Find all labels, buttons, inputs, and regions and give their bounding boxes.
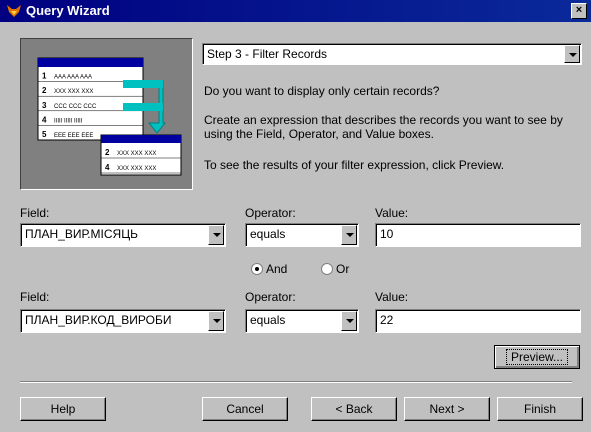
- value1-label: Value:: [375, 206, 409, 220]
- chevron-down-icon[interactable]: [208, 311, 224, 331]
- illustration-row-text: XXX XXX XXX: [117, 166, 156, 172]
- chevron-down-icon[interactable]: [208, 225, 224, 245]
- illustration-row-text: XXX XXX XXX: [117, 151, 156, 157]
- field2-label: Field:: [20, 290, 50, 304]
- and-radio[interactable]: [251, 263, 263, 275]
- close-button[interactable]: ×: [571, 3, 587, 19]
- value2-text: 22: [380, 313, 394, 327]
- field1-value: ПЛАН_ВИР.МІСЯЦЬ: [25, 227, 138, 241]
- next-button[interactable]: Next >: [404, 397, 490, 421]
- instruction-create: Create an expression that describes the …: [204, 113, 563, 141]
- illustration-row-text: IIIII IIIII IIIII: [54, 118, 83, 124]
- value1-input[interactable]: 10: [375, 223, 581, 247]
- filter-illustration-graphic: 1 AAA AAA AAA 2 XXX XXX XXX 3 CCC CCC CCC 4 III…: [37, 57, 182, 176]
- cancel-button-label: Cancel: [226, 402, 264, 416]
- preview-button-label: Preview...: [505, 349, 569, 365]
- query-wizard-window: Query Wizard × 1 AAA AAA AAA 2 XXX XXX XXX 3…: [0, 0, 591, 432]
- back-button[interactable]: < Back: [311, 397, 397, 421]
- cancel-button[interactable]: Cancel: [202, 397, 288, 421]
- step-select[interactable]: Step 3 - Filter Records: [202, 43, 582, 65]
- operator1-select[interactable]: equals: [245, 223, 359, 247]
- value2-label: Value:: [375, 290, 409, 304]
- illustration-row-text: AAA AAA AAA: [54, 75, 92, 81]
- illustration-row-number: 2: [105, 148, 110, 157]
- and-label[interactable]: And: [266, 262, 287, 276]
- or-label[interactable]: Or: [336, 262, 349, 276]
- instruction-question: Do you want to display only certain reco…: [204, 84, 440, 98]
- operator2-label: Operator:: [245, 290, 296, 304]
- illustration-row-number: 3: [42, 101, 47, 110]
- field1-label: Field:: [20, 206, 50, 220]
- divider: [20, 381, 572, 383]
- operator1-value: equals: [250, 227, 286, 241]
- back-button-label: < Back: [335, 402, 373, 416]
- help-button[interactable]: Help: [20, 397, 106, 421]
- field1-select[interactable]: ПЛАН_ВИР.МІСЯЦЬ: [20, 223, 226, 247]
- finish-button-label: Finish: [523, 402, 556, 416]
- illustration-row-text: EEE EEE EEE: [54, 133, 93, 139]
- value2-input[interactable]: 22: [375, 309, 581, 333]
- value1-text: 10: [380, 227, 394, 241]
- illustration-row-text: CCC CCC CCC: [54, 104, 97, 110]
- field2-select[interactable]: ПЛАН_ВИР.КОД_ВИРОБИ: [20, 309, 226, 333]
- operator2-select[interactable]: equals: [245, 309, 359, 333]
- window-title: Query Wizard: [26, 3, 110, 18]
- illustration-row-text: XXX XXX XXX: [54, 89, 93, 95]
- fox-icon: [7, 5, 21, 17]
- illustration-row-number: 5: [42, 130, 47, 139]
- help-button-label: Help: [50, 402, 76, 416]
- or-radio[interactable]: [321, 263, 333, 275]
- operator2-value: equals: [250, 313, 286, 327]
- instruction-preview-hint: To see the results of your filter expres…: [204, 158, 505, 172]
- illustration-row-number: 2: [42, 86, 47, 95]
- preview-button[interactable]: Preview...: [494, 345, 580, 369]
- filter-illustration: 1 AAA AAA AAA 2 XXX XXX XXX 3 CCC CCC CCC 4 III…: [20, 38, 193, 190]
- field2-value: ПЛАН_ВИР.КОД_ВИРОБИ: [25, 313, 172, 327]
- close-icon: ×: [575, 4, 583, 16]
- chevron-down-icon[interactable]: [341, 225, 357, 245]
- next-button-label: Next >: [429, 402, 465, 416]
- operator1-label: Operator:: [245, 206, 296, 220]
- finish-button[interactable]: Finish: [497, 397, 583, 421]
- chevron-down-icon[interactable]: [341, 311, 357, 331]
- illustration-row-number: 4: [105, 163, 110, 172]
- chevron-down-icon[interactable]: [564, 45, 580, 63]
- step-select-value: Step 3 - Filter Records: [207, 47, 328, 61]
- illustration-row-number: 4: [42, 115, 47, 124]
- illustration-row-number: 1: [42, 72, 47, 81]
- title-bar[interactable]: Query Wizard ×: [0, 0, 591, 22]
